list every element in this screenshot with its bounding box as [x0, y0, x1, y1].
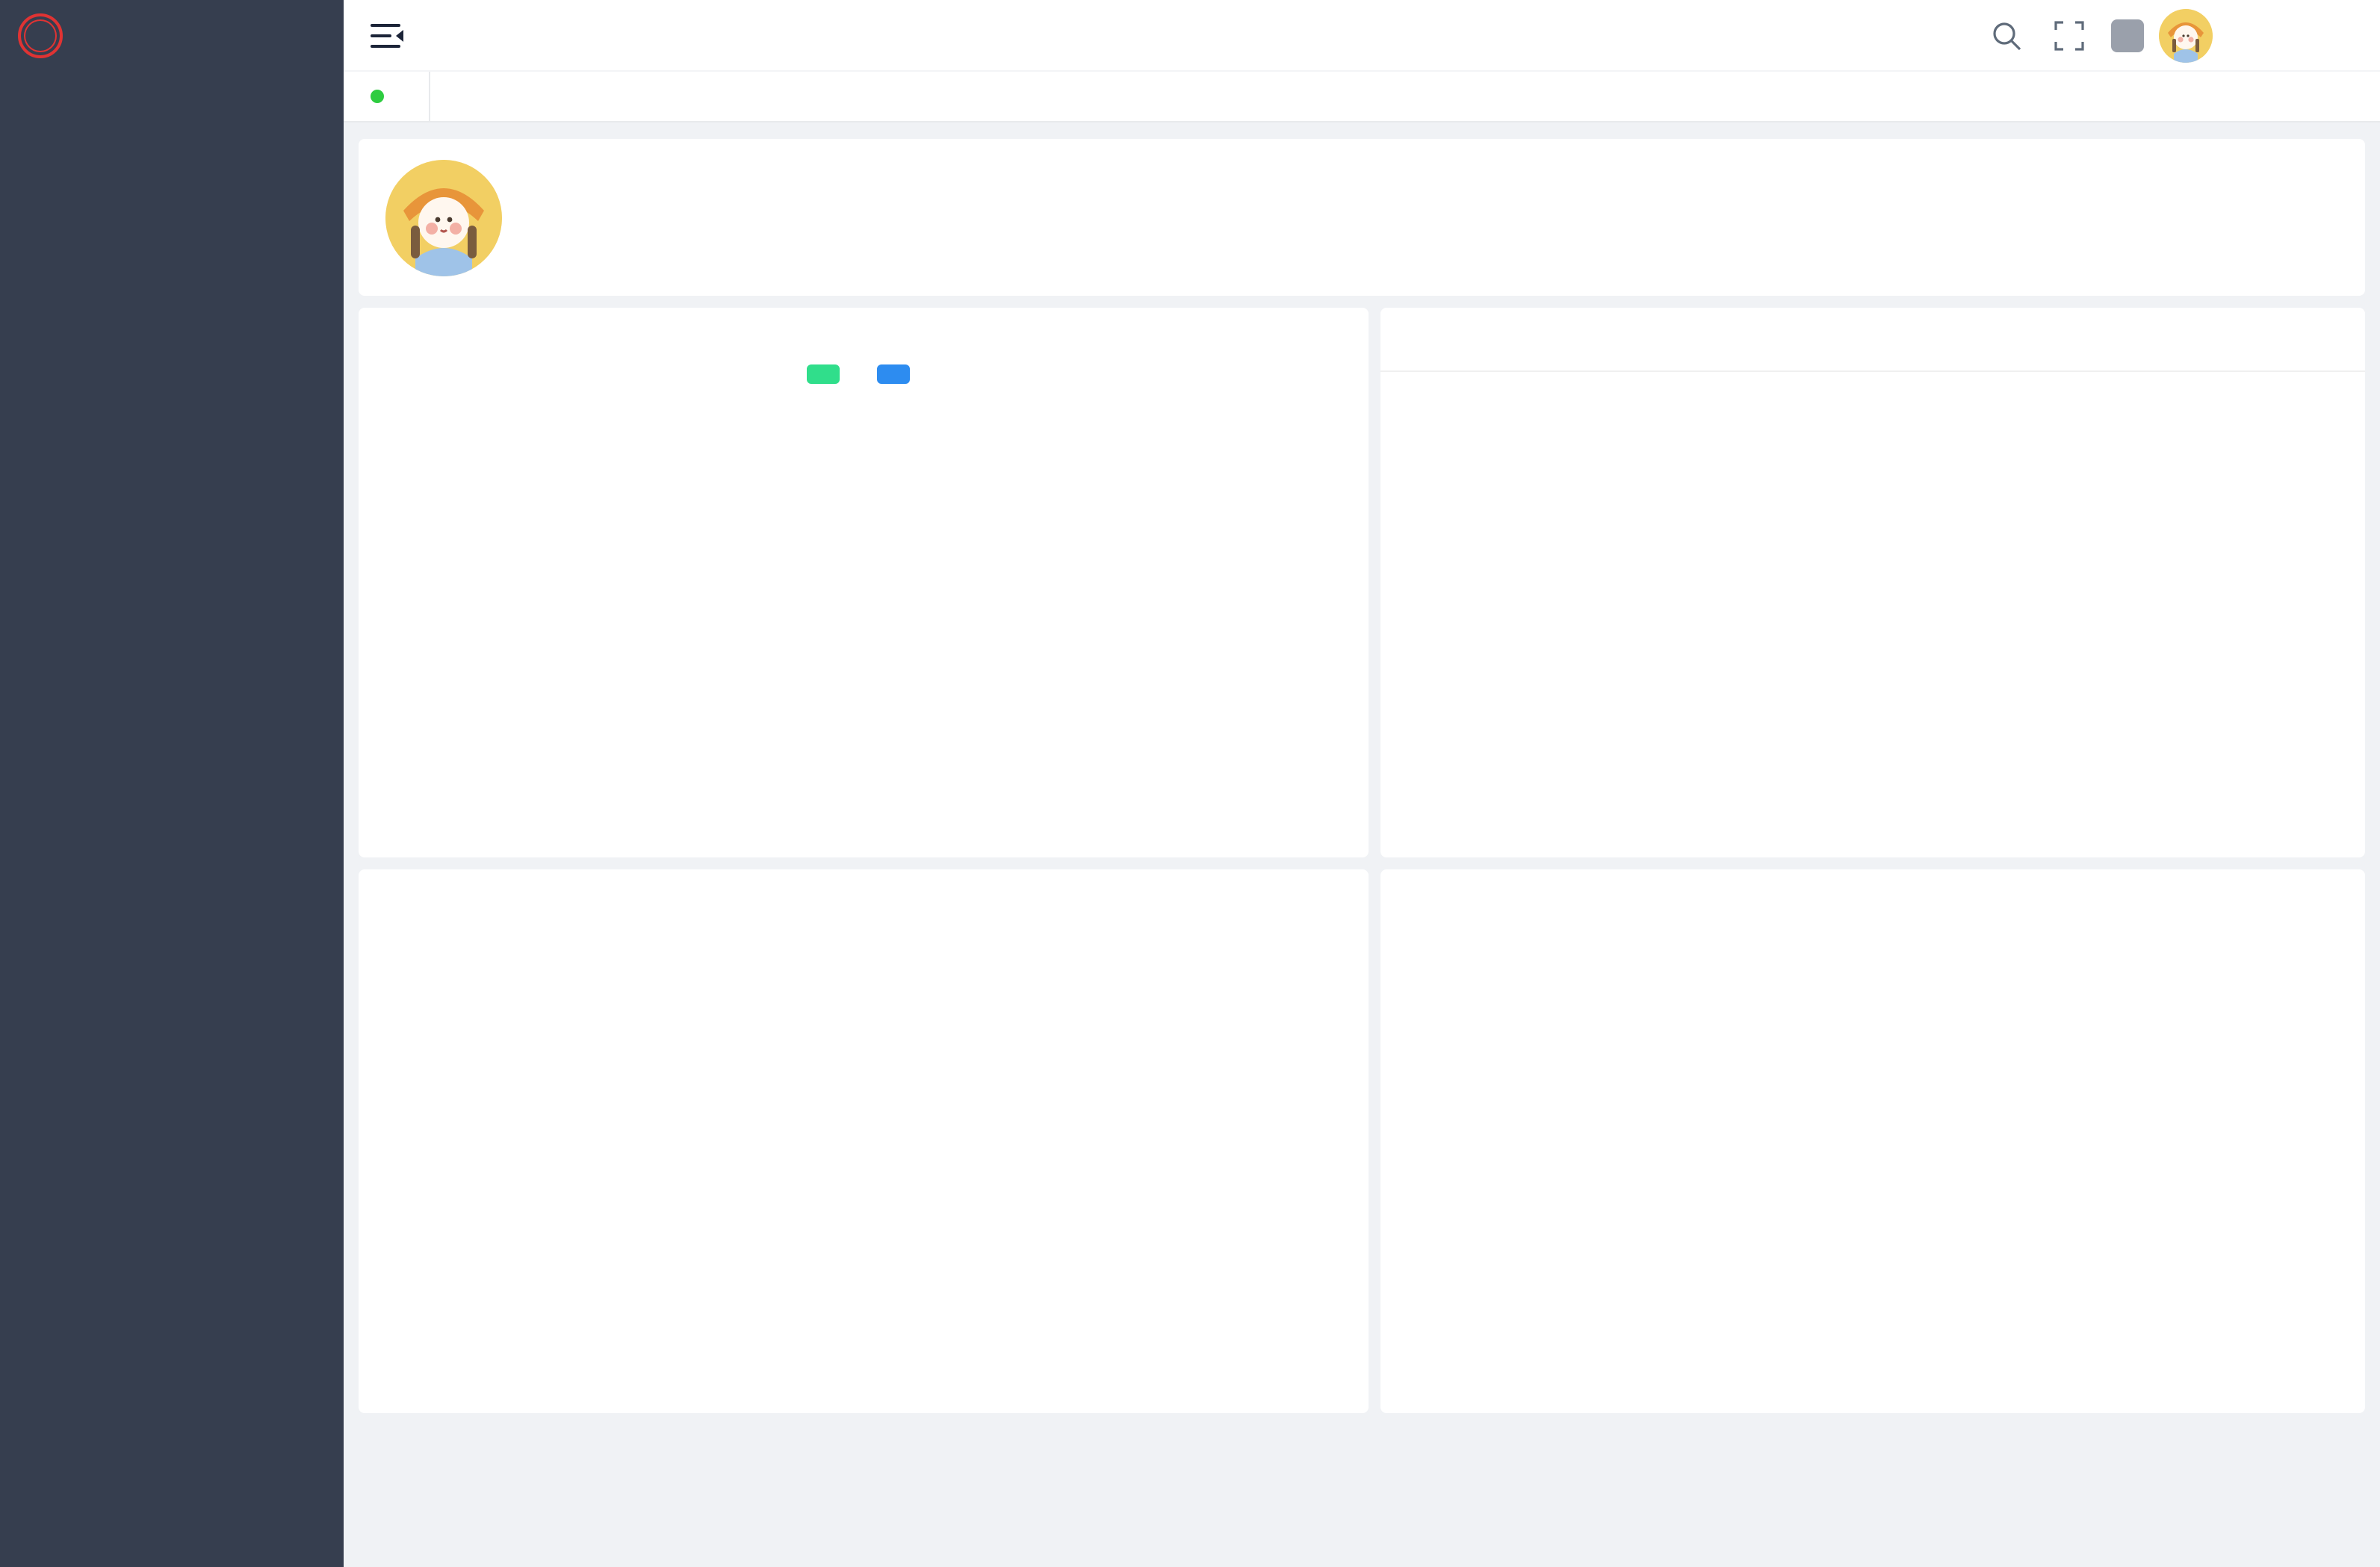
last-login — [526, 252, 538, 276]
stat-total-visits — [2068, 139, 2307, 175]
legend-swatch — [877, 364, 910, 384]
legend-item-total[interactable] — [877, 364, 920, 384]
os-pie-card — [1380, 869, 2365, 1413]
logo-z-icon — [18, 13, 63, 58]
tab-active-dot — [371, 90, 384, 103]
bar-chart-legend — [359, 364, 1369, 384]
frameworks-grid — [1380, 370, 2365, 857]
sidebar-menu — [0, 72, 344, 81]
fullscreen-icon[interactable] — [2051, 18, 2087, 54]
search-icon[interactable] — [1989, 18, 2024, 54]
legend-swatch — [807, 364, 840, 384]
greeting-avatar — [385, 160, 502, 276]
frameworks-card — [1380, 308, 2365, 857]
stat-today-ip — [1464, 139, 1703, 175]
greeting-card — [359, 139, 2365, 296]
browser-pie-card — [359, 869, 1369, 1413]
visits-bar-chart-card — [359, 308, 1369, 857]
main-area — [344, 0, 2380, 122]
legend-item-you[interactable] — [807, 364, 850, 384]
tab-bar — [344, 72, 2380, 122]
collapse-menu-icon[interactable] — [371, 22, 403, 49]
user-avatar[interactable] — [2159, 9, 2213, 63]
tab-home[interactable] — [344, 72, 430, 121]
header — [344, 0, 2380, 72]
content — [344, 124, 2380, 1567]
stat-today-visits — [1763, 139, 2002, 175]
sidebar — [0, 0, 344, 1567]
app-root — [0, 0, 2380, 1567]
language-icon[interactable] — [2111, 19, 2144, 52]
app-logo[interactable] — [0, 0, 344, 72]
